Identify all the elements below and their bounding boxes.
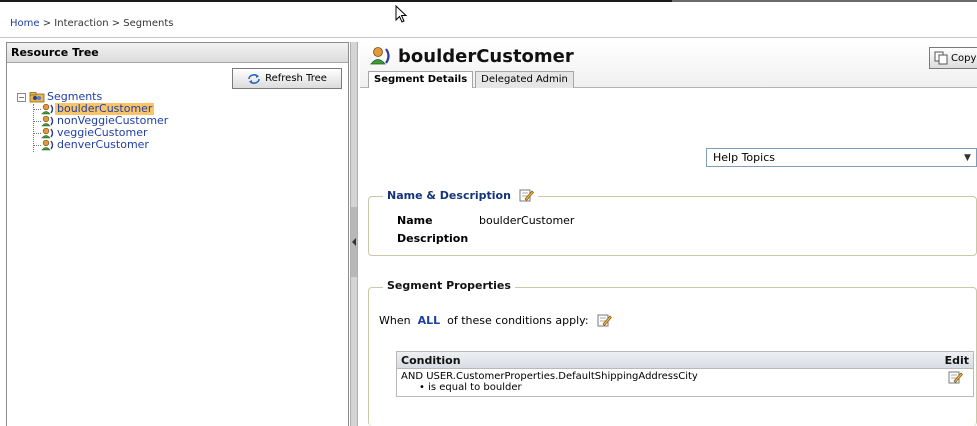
copy-label: Copy	[951, 52, 977, 64]
segment-header: boulderCustomer Copy Segment Details Del…	[360, 42, 977, 88]
condition-detail-text: is equal to boulder	[428, 382, 522, 393]
collapse-toggle-icon[interactable]: −	[17, 92, 26, 102]
customer-segment-icon	[41, 127, 54, 139]
segment-tree: − Segments boulderCustomer nonVeggieCust…	[17, 91, 170, 152]
conditions-table-header: Condition Edit	[397, 352, 973, 369]
tab-segment-details[interactable]: Segment Details	[368, 71, 474, 88]
tab-bar: Segment Details Delegated Admin	[368, 71, 574, 88]
description-label: Description	[397, 232, 469, 245]
refresh-tree-label: Refresh Tree	[265, 73, 327, 84]
segment-properties-section: Segment Properties When ALL of these con…	[368, 279, 977, 426]
customer-segment-icon	[41, 103, 54, 115]
breadcrumb-bar: Home > Interaction > Segments	[0, 0, 977, 38]
edit-icon[interactable]	[519, 188, 534, 202]
segments-folder-icon	[29, 92, 45, 103]
tree-item-label[interactable]: denverCustomer	[55, 139, 151, 151]
segment-title-text: boulderCustomer	[398, 45, 574, 67]
copy-icon	[934, 51, 948, 65]
edit-icon[interactable]	[948, 370, 963, 384]
name-row: Name boulderCustomer	[397, 214, 574, 227]
segment-properties-title: Segment Properties	[387, 279, 511, 292]
name-value: boulderCustomer	[479, 214, 575, 227]
refresh-tree-button[interactable]: Refresh Tree	[232, 68, 342, 89]
breadcrumb: Home > Interaction > Segments	[10, 18, 174, 29]
tree-item-denvercustomer[interactable]: denverCustomer	[17, 139, 170, 151]
when-suffix: of these conditions apply:	[447, 313, 589, 327]
tree-connector	[33, 145, 41, 146]
edit-icon[interactable]	[597, 313, 612, 327]
help-topics-select[interactable]: Help Topics ▼	[706, 148, 977, 167]
tree-connector	[33, 109, 41, 110]
breadcrumb-separator: >	[108, 18, 124, 29]
customer-segment-icon	[41, 115, 54, 127]
breadcrumb-separator: >	[39, 18, 55, 29]
condition-column-header: Condition	[401, 353, 461, 367]
breadcrumb-interaction: Interaction	[54, 18, 109, 29]
customer-segment-icon	[41, 139, 54, 151]
help-topics-value: Help Topics	[713, 151, 775, 164]
tree-connector	[33, 133, 41, 134]
conditions-mode-row: When ALL of these conditions apply:	[379, 313, 612, 327]
table-row: AND USER.CustomerProperties.DefaultShipp…	[397, 369, 973, 396]
breadcrumb-current: Segments	[123, 18, 174, 29]
top-border-dark	[0, 0, 672, 2]
refresh-icon	[248, 73, 260, 84]
mouse-cursor-icon	[395, 5, 408, 23]
collapse-left-icon[interactable]	[351, 207, 357, 277]
conditions-table: Condition Edit AND USER.CustomerProperti…	[396, 351, 974, 397]
breadcrumb-home-link[interactable]: Home	[10, 18, 40, 29]
panel-splitter[interactable]	[350, 42, 358, 426]
condition-expression: AND USER.CustomerProperties.DefaultShipp…	[401, 371, 698, 382]
chevron-down-icon[interactable]: ▼	[959, 149, 976, 166]
condition-detail: • is equal to boulder	[419, 382, 522, 393]
top-border	[0, 0, 977, 4]
when-prefix: When	[379, 313, 411, 327]
copy-button[interactable]: Copy	[929, 47, 977, 69]
name-label: Name	[397, 214, 433, 227]
conditions-mode-link[interactable]: ALL	[415, 314, 444, 327]
resource-tree-title: Resource Tree	[7, 43, 348, 63]
name-description-title: Name & Description	[387, 188, 511, 202]
page-title: boulderCustomer	[370, 42, 574, 70]
top-border-light	[672, 0, 977, 2]
description-row: Description	[397, 232, 479, 245]
name-description-legend: Name & Description	[383, 188, 538, 202]
tree-connector	[33, 121, 41, 122]
name-description-section: Name & Description Name boulderCustomer D…	[368, 188, 977, 256]
tab-delegated-admin[interactable]: Delegated Admin	[475, 71, 574, 88]
resource-tree-panel: Resource Tree Refresh Tree − Segments bo…	[6, 42, 349, 426]
edit-column-header: Edit	[944, 353, 969, 367]
customer-segment-icon	[370, 47, 390, 65]
segment-properties-legend: Segment Properties	[383, 279, 515, 292]
